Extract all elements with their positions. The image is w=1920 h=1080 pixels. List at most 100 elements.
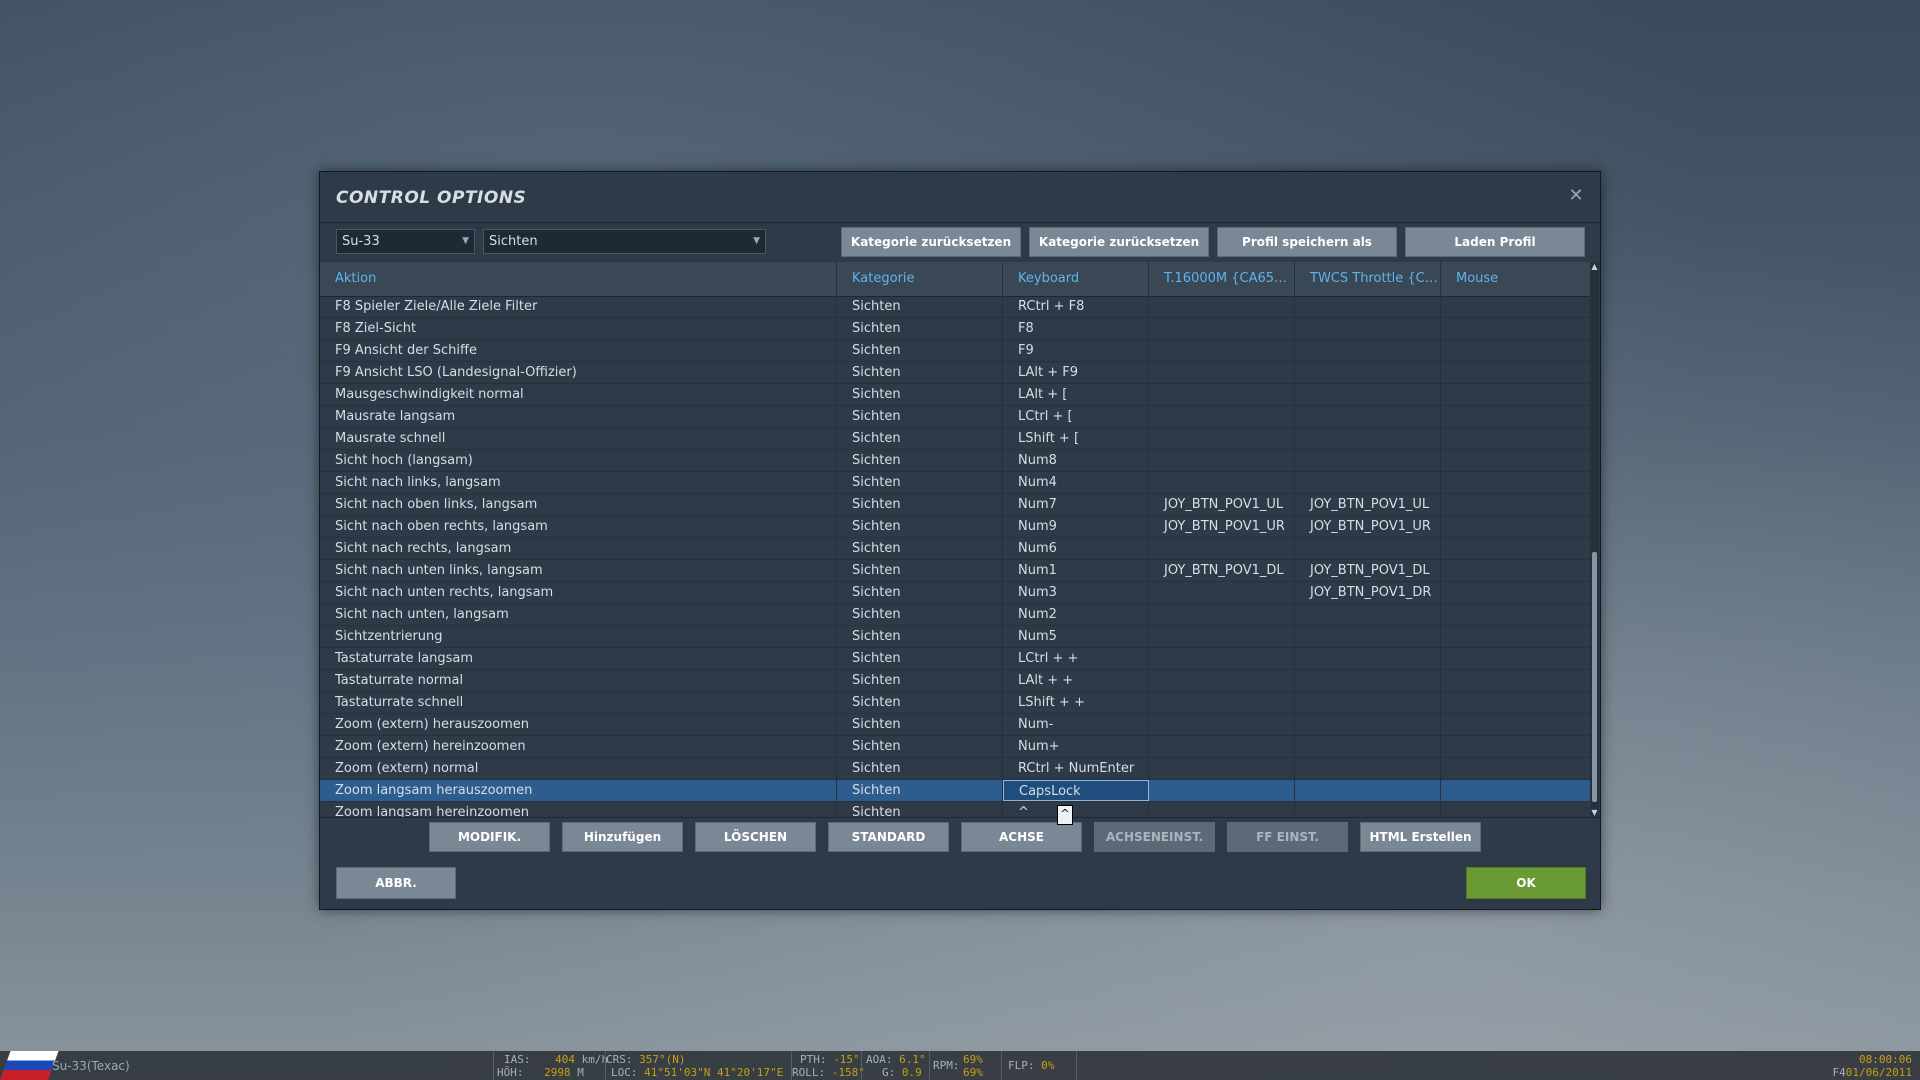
table-row[interactable]: Tastaturrate langsam Sichten LCtrl + + xyxy=(320,648,1591,670)
cell-mouse[interactable] xyxy=(1441,560,1591,581)
column-header-action[interactable]: Aktion xyxy=(320,262,837,296)
cell-keyboard[interactable]: Num5 xyxy=(1003,626,1149,647)
cell-throttle[interactable] xyxy=(1295,692,1441,713)
cell-category[interactable]: Sichten xyxy=(837,736,1003,757)
table-scrollbar[interactable]: ▲ ▼ xyxy=(1590,262,1599,817)
column-header-throttle[interactable]: TWCS Throttle {CA6... xyxy=(1295,262,1441,296)
cell-action[interactable]: Sichtzentrierung xyxy=(320,626,837,647)
action-button-standard[interactable]: STANDARD xyxy=(828,822,949,852)
cell-action[interactable]: Sicht nach oben links, langsam xyxy=(320,494,837,515)
action-button-löschen[interactable]: LÖSCHEN xyxy=(695,822,816,852)
cell-joystick[interactable] xyxy=(1149,670,1295,691)
cell-joystick[interactable] xyxy=(1149,582,1295,603)
cell-category[interactable]: Sichten xyxy=(837,494,1003,515)
cell-throttle[interactable] xyxy=(1295,714,1441,735)
cell-category[interactable]: Sichten xyxy=(837,296,1003,317)
cell-action[interactable]: F8 Ziel-Sicht xyxy=(320,318,837,339)
cell-mouse[interactable] xyxy=(1441,318,1591,339)
cell-keyboard[interactable]: F8 xyxy=(1003,318,1149,339)
cell-joystick[interactable] xyxy=(1149,340,1295,361)
cell-joystick[interactable] xyxy=(1149,406,1295,427)
action-button-modifik[interactable]: MODIFIK. xyxy=(429,822,550,852)
table-row[interactable]: F8 Spieler Ziele/Alle Ziele Filter Sichte… xyxy=(320,296,1591,318)
cell-joystick[interactable] xyxy=(1149,604,1295,625)
cell-keyboard[interactable]: Num4 xyxy=(1003,472,1149,493)
cell-keyboard[interactable]: LAlt + + xyxy=(1003,670,1149,691)
cell-action[interactable]: Mausrate langsam xyxy=(320,406,837,427)
table-row[interactable]: Mausrate schnell Sichten LShift + [ xyxy=(320,428,1591,450)
cell-category[interactable]: Sichten xyxy=(837,802,1003,817)
cell-throttle[interactable] xyxy=(1295,450,1441,471)
cell-keyboard[interactable]: Num7 xyxy=(1003,494,1149,515)
scroll-down-icon[interactable]: ▼ xyxy=(1590,808,1599,817)
cell-joystick[interactable] xyxy=(1149,318,1295,339)
cell-mouse[interactable] xyxy=(1441,670,1591,691)
cell-action[interactable]: Mausrate schnell xyxy=(320,428,837,449)
column-header-category[interactable]: Kategorie xyxy=(837,262,1003,296)
load-profile-button[interactable]: Laden Profil xyxy=(1405,227,1585,257)
column-header-keyboard[interactable]: Keyboard xyxy=(1003,262,1149,296)
cell-category[interactable]: Sichten xyxy=(837,560,1003,581)
cell-category[interactable]: Sichten xyxy=(837,472,1003,493)
table-row[interactable]: Zoom (extern) herauszoomen Sichten Num- xyxy=(320,714,1591,736)
cell-throttle[interactable] xyxy=(1295,736,1441,757)
cell-throttle[interactable] xyxy=(1295,384,1441,405)
cell-mouse[interactable] xyxy=(1441,604,1591,625)
cell-mouse[interactable] xyxy=(1441,692,1591,713)
cell-joystick[interactable]: JOY_BTN_POV1_UL xyxy=(1149,494,1295,515)
reset-category-button[interactable]: Kategorie zurücksetzen xyxy=(841,227,1021,257)
cell-category[interactable]: Sichten xyxy=(837,318,1003,339)
cell-throttle[interactable] xyxy=(1295,406,1441,427)
cell-joystick[interactable] xyxy=(1149,472,1295,493)
cell-action[interactable]: Sicht nach unten rechts, langsam xyxy=(320,582,837,603)
cell-keyboard[interactable]: RCtrl + NumEnter xyxy=(1003,758,1149,779)
cell-keyboard[interactable]: LShift + + xyxy=(1003,692,1149,713)
close-icon[interactable]: ✕ xyxy=(1566,186,1586,206)
cell-mouse[interactable] xyxy=(1441,428,1591,449)
cell-mouse[interactable] xyxy=(1441,362,1591,383)
table-row[interactable]: Sicht nach unten links, langsam Sichten Nu… xyxy=(320,560,1591,582)
cell-keyboard[interactable]: LCtrl + + xyxy=(1003,648,1149,669)
action-button-ff-einst[interactable]: FF EINST. xyxy=(1227,822,1348,852)
cell-action[interactable]: F9 Ansicht der Schiffe xyxy=(320,340,837,361)
aircraft-select[interactable]: Su-33 ▼ xyxy=(336,229,475,254)
table-row[interactable]: F8 Ziel-Sicht Sichten F8 xyxy=(320,318,1591,340)
cell-keyboard[interactable]: Num6 xyxy=(1003,538,1149,559)
cell-category[interactable]: Sichten xyxy=(837,780,1003,801)
cell-action[interactable]: Zoom (extern) hereinzoomen xyxy=(320,736,837,757)
table-row[interactable]: Sicht nach unten rechts, langsam Sichten N… xyxy=(320,582,1591,604)
cell-mouse[interactable] xyxy=(1441,340,1591,361)
cell-mouse[interactable] xyxy=(1441,736,1591,757)
cell-keyboard[interactable]: Num8 xyxy=(1003,450,1149,471)
cell-action[interactable]: Zoom (extern) herauszoomen xyxy=(320,714,837,735)
cell-keyboard[interactable]: LCtrl + [ xyxy=(1003,406,1149,427)
cell-throttle[interactable]: JOY_BTN_POV1_UL xyxy=(1295,494,1441,515)
category-select[interactable]: Sichten ▼ xyxy=(483,229,766,254)
cell-category[interactable]: Sichten xyxy=(837,604,1003,625)
table-row[interactable]: Sicht nach oben rechts, langsam Sichten Nu… xyxy=(320,516,1591,538)
cell-action[interactable]: Tastaturrate normal xyxy=(320,670,837,691)
cell-category[interactable]: Sichten xyxy=(837,516,1003,537)
cell-throttle[interactable] xyxy=(1295,780,1441,801)
cell-category[interactable]: Sichten xyxy=(837,626,1003,647)
cell-category[interactable]: Sichten xyxy=(837,362,1003,383)
reset-category-button-2[interactable]: Kategorie zurücksetzen xyxy=(1029,227,1209,257)
table-row[interactable]: Sichtzentrierung Sichten Num5 xyxy=(320,626,1591,648)
cell-action[interactable]: F9 Ansicht LSO (Landesignal-Offizier) xyxy=(320,362,837,383)
cell-category[interactable]: Sichten xyxy=(837,538,1003,559)
cell-keyboard[interactable]: Num+ xyxy=(1003,736,1149,757)
table-row[interactable]: Sicht nach rechts, langsam Sichten Num6 xyxy=(320,538,1591,560)
table-row[interactable]: Sicht nach unten, langsam Sichten Num2 xyxy=(320,604,1591,626)
cell-category[interactable]: Sichten xyxy=(837,384,1003,405)
table-row[interactable]: F9 Ansicht der Schiffe Sichten F9 xyxy=(320,340,1591,362)
cell-action[interactable]: Sicht nach unten, langsam xyxy=(320,604,837,625)
cell-joystick[interactable] xyxy=(1149,714,1295,735)
cell-mouse[interactable] xyxy=(1441,626,1591,647)
table-row[interactable]: Zoom langsam hereinzoomen Sichten ^ xyxy=(320,802,1591,817)
scrollbar-thumb[interactable] xyxy=(1592,552,1597,802)
cell-category[interactable]: Sichten xyxy=(837,450,1003,471)
cell-keyboard[interactable]: Num1 xyxy=(1003,560,1149,581)
table-row[interactable]: Sicht nach oben links, langsam Sichten Num… xyxy=(320,494,1591,516)
cell-mouse[interactable] xyxy=(1441,384,1591,405)
cell-mouse[interactable] xyxy=(1441,780,1591,801)
